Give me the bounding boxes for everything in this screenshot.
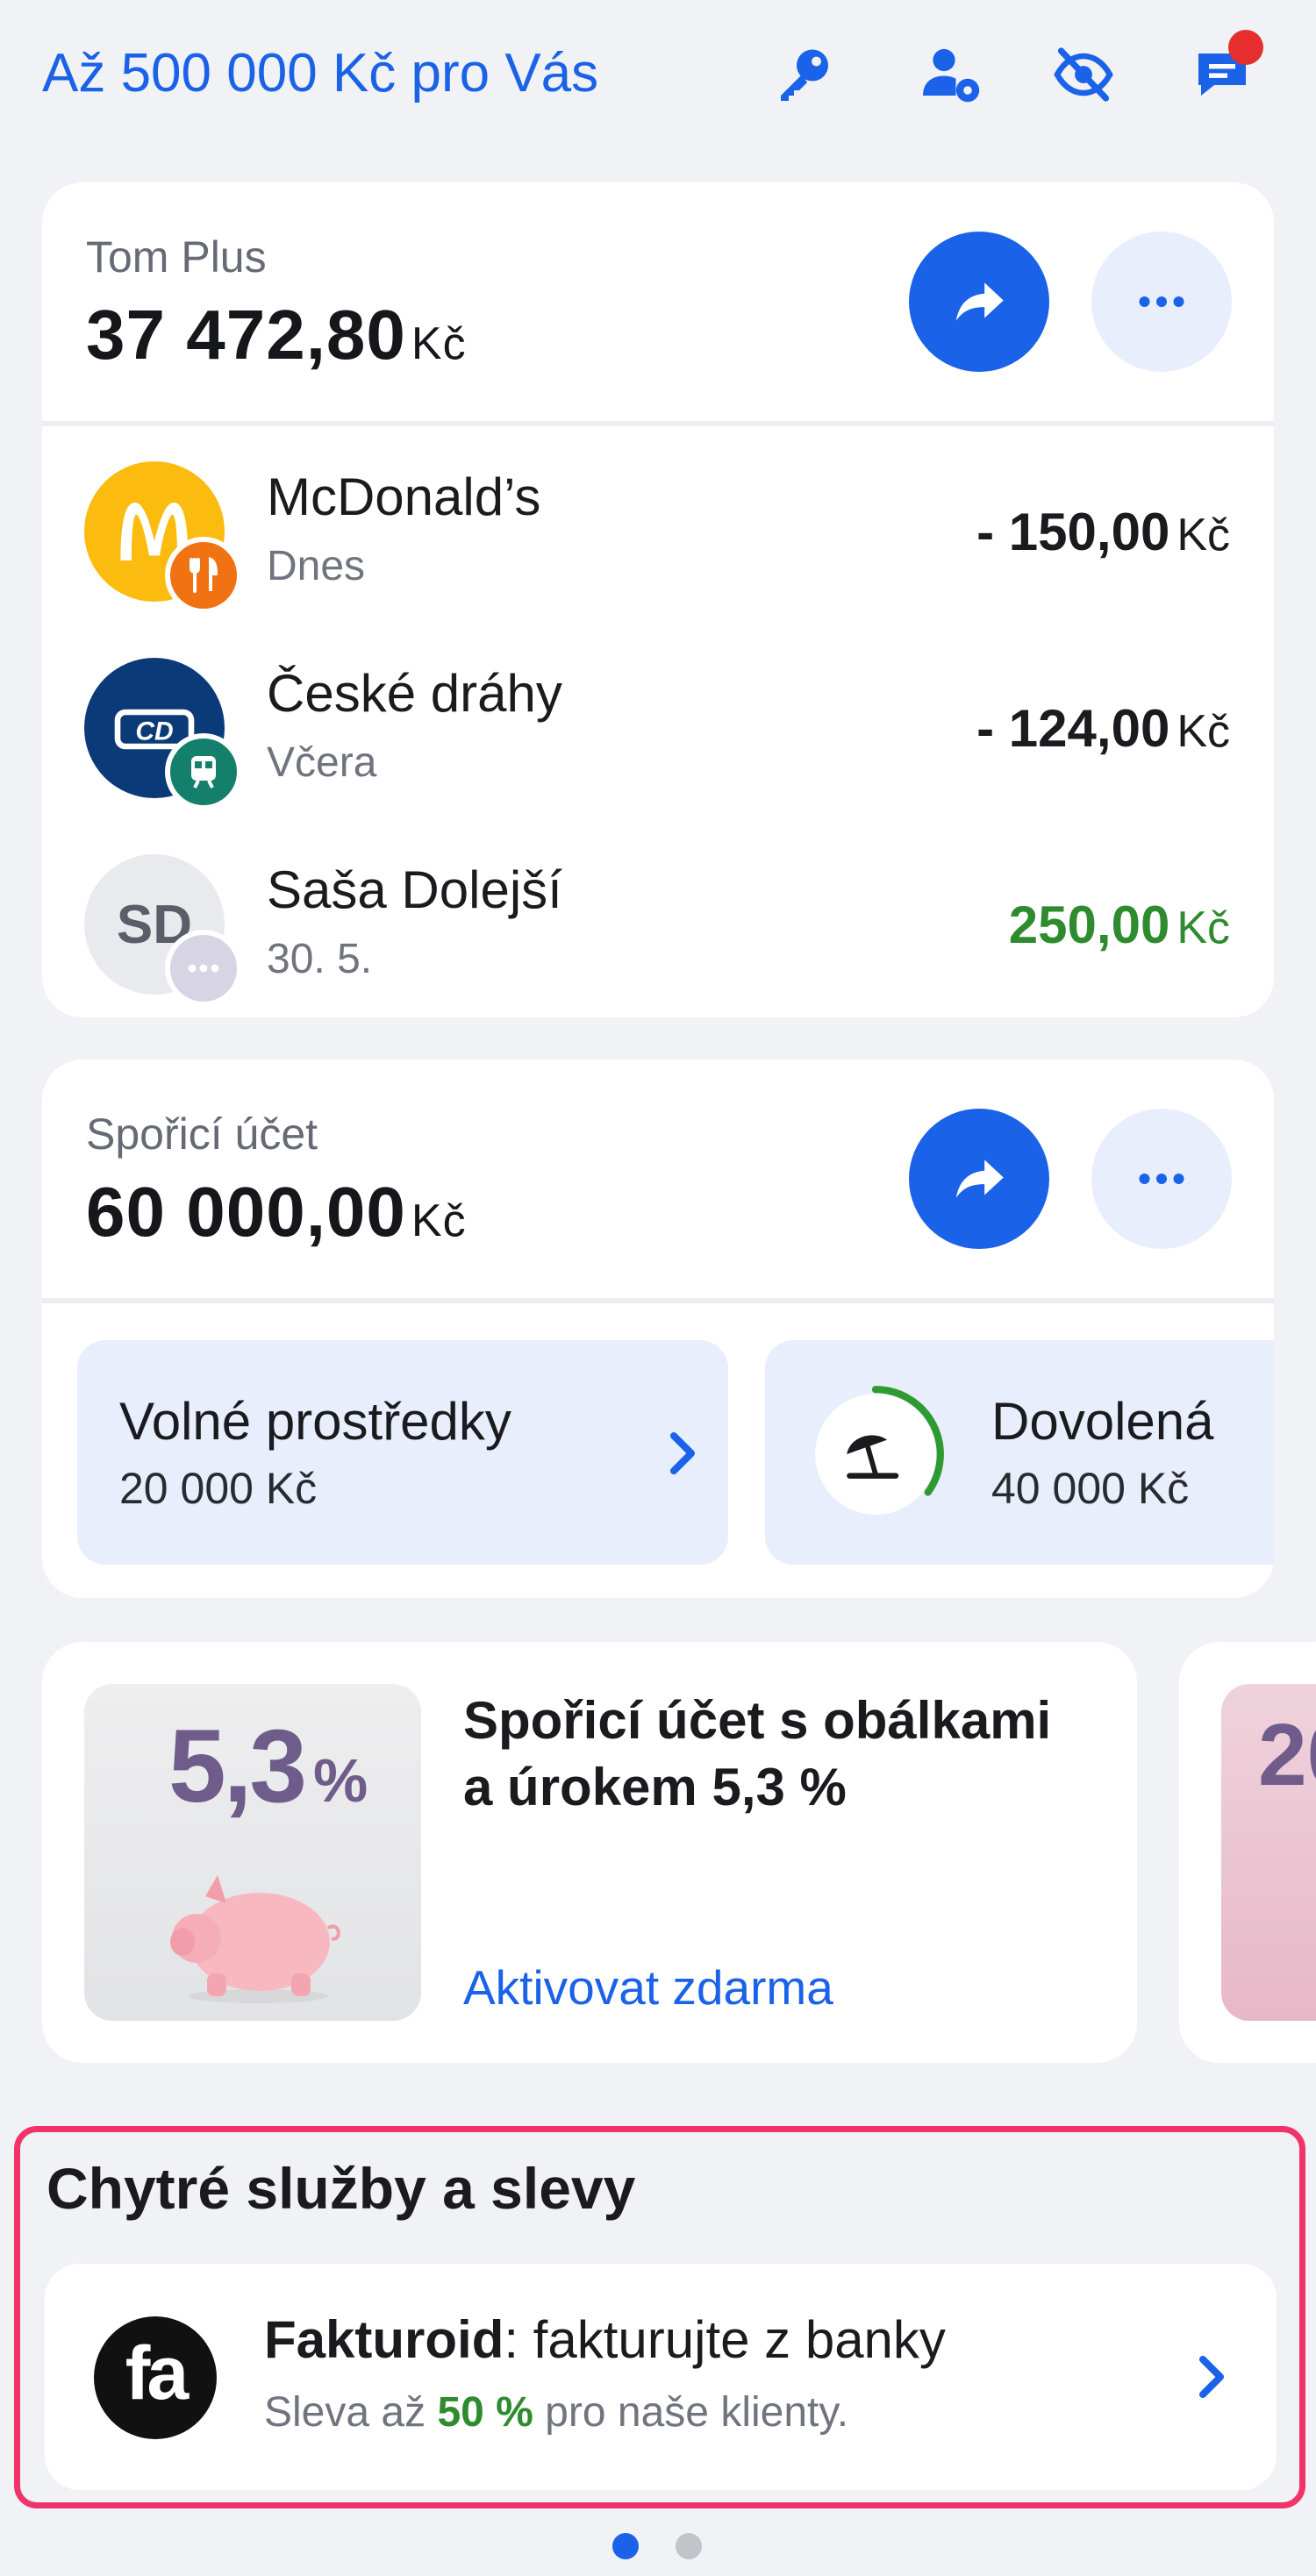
- account-name: Spořicí účet: [86, 1110, 318, 1159]
- chevron-right-icon: [1199, 2356, 1224, 2398]
- account-more-button[interactable]: [1091, 1109, 1232, 1249]
- account-more-button[interactable]: [1091, 232, 1232, 372]
- savings-account-card[interactable]: Spořicí účet 60 000,00 Kč Volné prostředk…: [42, 1060, 1274, 1598]
- current-account-card[interactable]: Tom Plus 37 472,80 Kč McDonald’s Dnes - 1…: [42, 182, 1274, 1017]
- promo-image: 5,3%: [84, 1684, 421, 2021]
- transaction-amount: - 124,00 Kč: [976, 699, 1230, 758]
- more-dots-icon: [1139, 1174, 1184, 1184]
- promo-title: Spořicí účet s obálkami a úrokem 5,3 %: [463, 1691, 1052, 1816]
- fakturoid-logo: fa: [94, 2316, 217, 2439]
- send-payment-button[interactable]: [909, 1109, 1049, 1249]
- eye-off-icon[interactable]: [1044, 35, 1123, 114]
- pager-dot-active[interactable]: [612, 2533, 639, 2559]
- share-arrow-icon: [955, 1160, 1004, 1198]
- svg-text:CD: CD: [135, 717, 173, 746]
- share-arrow-icon: [955, 282, 1004, 321]
- service-description: Sleva až 50 % pro naše klienty.: [264, 2389, 849, 2436]
- train-icon: [165, 733, 242, 810]
- promo-card[interactable]: 5,3% Spořicí účet s obálkami a úrokem 5,…: [42, 1642, 1137, 2063]
- send-payment-button[interactable]: [909, 232, 1049, 372]
- envelope-title: Volné prostředky: [119, 1392, 511, 1451]
- promo-rate: 20: [1258, 1706, 1316, 1804]
- card-divider: [42, 421, 1274, 426]
- fakturoid-service-item[interactable]: fa Fakturoid: fakturujte z banky Sleva a…: [45, 2264, 1277, 2490]
- card-divider: [42, 1298, 1274, 1303]
- activate-free-link[interactable]: Aktivovat zdarma: [463, 1959, 833, 2016]
- more-dots-icon: [1139, 296, 1184, 307]
- transaction-date: Včera: [267, 739, 377, 786]
- section-title: Chytré služby a slevy: [46, 2156, 636, 2221]
- envelope-amount: 40 000 Kč: [991, 1464, 1190, 1513]
- transaction-amount: - 150,00 Kč: [976, 503, 1230, 561]
- envelope-free-funds[interactable]: Volné prostředky 20 000 Kč: [77, 1340, 728, 1565]
- transaction-row[interactable]: CD České dráhy Včera - 124,00 Kč: [42, 633, 1274, 830]
- key-icon[interactable]: [765, 35, 844, 114]
- more-icon: [165, 930, 242, 1007]
- transaction-name: České dráhy: [267, 664, 562, 723]
- envelope-vacation[interactable]: Dovolená 40 000 Kč: [765, 1340, 1274, 1565]
- transaction-row[interactable]: SD Saša Dolejší 30. 5. 250,00 Kč: [42, 830, 1274, 1017]
- chevron-right-icon: [670, 1432, 695, 1474]
- transaction-name: McDonald’s: [267, 467, 541, 526]
- pager-dot[interactable]: [676, 2533, 702, 2559]
- notification-badge: [1228, 30, 1263, 65]
- transaction-name: Saša Dolejší: [267, 860, 562, 919]
- account-balance: 37 472,80 Kč: [86, 296, 467, 374]
- service-name: Fakturoid: fakturujte z banky: [264, 2310, 946, 2369]
- vacation-progress-ring: [815, 1386, 944, 1515]
- envelope-amount: 20 000 Kč: [119, 1464, 318, 1513]
- promo-header-link[interactable]: Až 500 000 Kč pro Vás: [42, 42, 598, 104]
- account-balance: 60 000,00 Kč: [86, 1173, 467, 1251]
- piggy-bank-icon: [170, 1875, 340, 2003]
- transaction-date: Dnes: [267, 543, 366, 589]
- promo-image: 20: [1221, 1684, 1316, 2021]
- promo-card-next[interactable]: 20: [1179, 1642, 1316, 2063]
- account-name: Tom Plus: [86, 232, 267, 282]
- transaction-row[interactable]: McDonald’s Dnes - 150,00 Kč: [42, 437, 1274, 633]
- transaction-date: 30. 5.: [267, 936, 373, 982]
- user-settings-icon[interactable]: [912, 35, 991, 114]
- transaction-amount: 250,00 Kč: [1008, 896, 1230, 954]
- restaurant-icon: [165, 537, 242, 614]
- promo-rate: 5,3%: [168, 1709, 368, 1824]
- chat-icon[interactable]: [1183, 30, 1263, 114]
- envelope-title: Dovolená: [991, 1392, 1214, 1451]
- smart-services-section: Chytré služby a slevy fa Fakturoid: fakt…: [14, 2126, 1305, 2508]
